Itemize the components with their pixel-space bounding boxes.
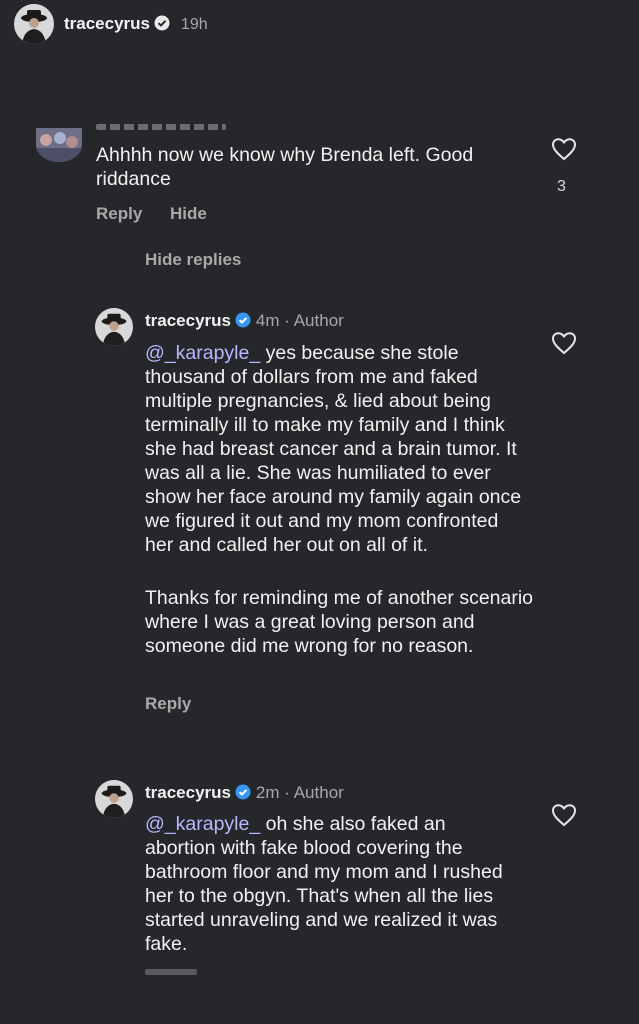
- reply-button[interactable]: Reply: [145, 694, 191, 714]
- reply-username[interactable]: tracecyrus: [145, 311, 231, 330]
- like-count: 3: [557, 178, 566, 195]
- reply-paragraph-2: Thanks for reminding me of another scena…: [145, 587, 534, 657]
- post-author-avatar[interactable]: [14, 4, 54, 44]
- commenter-avatar[interactable]: [36, 128, 82, 162]
- like-heart-icon[interactable]: [551, 331, 577, 355]
- commenter-username-cropped: [96, 124, 226, 130]
- mention-link[interactable]: @_karapyle_: [145, 342, 260, 364]
- hide-button[interactable]: Hide: [170, 204, 207, 224]
- post-time: 19h: [180, 16, 208, 33]
- mention-link[interactable]: @_karapyle_: [145, 813, 260, 835]
- reply-header: tracecyrus 2m · Author: [145, 783, 344, 802]
- reply-time: 2m: [255, 783, 280, 802]
- verified-badge-icon: [235, 784, 251, 800]
- verified-badge-icon: [154, 15, 170, 31]
- reply-avatar[interactable]: [95, 308, 133, 346]
- author-label: Author: [293, 311, 344, 330]
- author-label: Author: [293, 783, 344, 802]
- hide-replies-button[interactable]: Hide replies: [145, 250, 241, 270]
- reply-paragraph-1: yes because she stole thousand of dollar…: [145, 342, 522, 556]
- like-heart-icon[interactable]: [551, 137, 577, 161]
- reply-avatar[interactable]: [95, 780, 133, 818]
- reply-text: @_karapyle_ yes because she stole thousa…: [145, 341, 530, 557]
- verified-badge-icon: [235, 312, 251, 328]
- like-heart-icon[interactable]: [551, 803, 577, 827]
- reply-header: tracecyrus 4m · Author: [145, 311, 344, 330]
- reply-text: @_karapyle_ oh she also faked an abortio…: [145, 812, 515, 956]
- reply-username[interactable]: tracecyrus: [145, 783, 231, 802]
- reply-time: 4m: [255, 311, 280, 330]
- post-header: tracecyrus 19h: [64, 14, 208, 34]
- top-comment-text: Ahhhh now we know why Brenda left. Good …: [96, 144, 474, 190]
- cropped-reply-button: [145, 969, 197, 975]
- post-author-username[interactable]: tracecyrus: [64, 14, 150, 33]
- reply-button[interactable]: Reply: [96, 204, 142, 224]
